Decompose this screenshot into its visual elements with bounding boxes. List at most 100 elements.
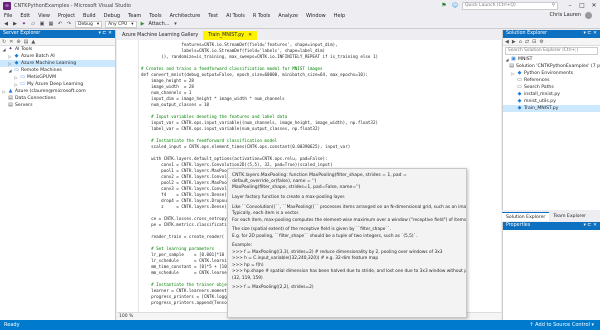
collapsed-arrow-icon[interactable]: ▷ <box>2 88 6 95</box>
server-explorer-tree-item[interactable]: ▤ Servers <box>0 102 115 109</box>
minimize-button[interactable]: – <box>564 0 576 11</box>
menu-file[interactable]: File <box>0 13 16 19</box>
menu-team[interactable]: Team <box>124 13 145 19</box>
feedback-icon[interactable]: ☺ <box>451 2 459 9</box>
expanded-arrow-icon[interactable]: ◢ <box>2 46 6 53</box>
configuration-dropdown[interactable]: Debug ▾ <box>75 20 103 28</box>
menu-r-tools[interactable]: R Tools <box>249 13 274 19</box>
panel-controls[interactable]: ▾ ⊏ ✕ <box>584 30 598 38</box>
solution-explorer-header: Solution Explorer ▾ ⊏ ✕ <box>503 30 600 38</box>
menu-debug[interactable]: Debug <box>100 13 124 19</box>
menu-build[interactable]: Build <box>79 13 100 19</box>
menu-project[interactable]: Project <box>54 13 79 19</box>
sync-icon[interactable]: ⇄ <box>525 39 529 45</box>
new-project-icon[interactable]: ✦ <box>21 21 27 27</box>
title-bar: ∞ CNTKPythonExamples - Microsoft Visual … <box>0 0 600 11</box>
server-explorer-tree-item[interactable]: ▷ ▭ My Azure Deep Learning <box>0 81 115 88</box>
back-icon[interactable]: ◀ <box>3 21 9 27</box>
solution-tree-item[interactable]: ◆ mnist_utils.py <box>503 98 600 105</box>
node-icon: ▤ <box>8 95 13 101</box>
solution-tree-item[interactable]: ▭ Search Paths <box>503 84 600 91</box>
collapsed-arrow-icon[interactable]: ▷ <box>8 53 12 60</box>
solution-tree-item[interactable]: ◢ ▣ MNIST <box>503 56 600 63</box>
azure-icon[interactable]: ▲ <box>31 39 35 45</box>
code-line: )), randomize=is_training, max_sweeps=CN… <box>141 54 378 59</box>
expanded-arrow-icon[interactable]: ◢ <box>8 67 12 74</box>
save-all-icon[interactable]: ▦ <box>48 21 54 27</box>
tab-label: Train_MNIST.py <box>208 33 245 38</box>
close-tab-icon[interactable]: ✕ <box>248 31 252 40</box>
connect-icon[interactable]: ⊕ <box>16 39 20 45</box>
chevron-down-icon[interactable]: ▾ <box>173 21 179 27</box>
server-explorer-tree-item[interactable]: ▷ ◆ Azure Batch AI <box>0 53 115 60</box>
collapse-icon[interactable]: ⊟ <box>532 39 536 45</box>
collapsed-arrow-icon[interactable]: ▷ <box>8 60 12 67</box>
tree-item-label: Search Paths <box>524 85 554 90</box>
avatar[interactable] <box>585 12 592 19</box>
server-icon[interactable]: ▤ <box>24 39 29 45</box>
open-file-icon[interactable]: ▱ <box>30 21 36 27</box>
server-explorer-tree-item[interactable]: ▷ ▲ Azure (clauren@microsoft.com <box>0 88 115 95</box>
collapsed-arrow-icon[interactable]: ▷ <box>511 70 515 77</box>
undo-icon[interactable]: ↶ <box>57 21 63 27</box>
server-explorer-tree-item[interactable]: ◢ ▭ Remote Machines <box>0 67 115 74</box>
solution-tree-item[interactable]: ▷ ◆ Python Environments <box>503 70 600 77</box>
notification-flag-icon[interactable]: ⚑ <box>440 2 448 9</box>
forward-icon[interactable]: ▶ <box>512 39 516 45</box>
server-explorer-tree: ◢ ✦ AI Tools ▷ ◆ Azure Batch AI ▷ ◆ Azure Machin… <box>0 46 115 109</box>
menu-help[interactable]: Help <box>330 13 349 19</box>
start-icon[interactable]: ▶ <box>140 21 146 27</box>
document-tab[interactable]: Train_MNIST.py ✕ <box>203 31 258 40</box>
maximize-button[interactable]: □ <box>576 0 588 11</box>
code-line: scaled_input = CNTK.ops.element_times(CN… <box>141 144 351 149</box>
properties-panel: Properties ▾ ⊏ ✕ <box>502 222 600 320</box>
solution-tree-item[interactable]: ◆ Train_MNIST.py <box>503 105 600 112</box>
menu-test[interactable]: Test <box>204 13 222 19</box>
solution-tree-item[interactable]: ▤ Solution 'CNTKPythonExamples' (7 p <box>503 63 600 70</box>
server-explorer-tree-item[interactable]: ▷ ▭ MetisGPUVM <box>0 74 115 81</box>
refresh-icon[interactable]: ↻ <box>2 39 6 45</box>
quick-launch-input[interactable]: Quick Launch (Ctrl+Q) ⚲ <box>462 1 558 10</box>
menu-tools[interactable]: Tools <box>145 13 165 19</box>
properties-icon[interactable]: ⚙ <box>539 39 543 45</box>
expanded-arrow-icon[interactable]: ◢ <box>505 56 509 63</box>
document-tab[interactable]: Azure Machine Learning Gallery <box>117 31 203 40</box>
panel-controls[interactable]: ▾ ⊏ ✕ <box>584 222 598 230</box>
collapsed-arrow-icon[interactable]: ▷ <box>14 81 18 88</box>
server-explorer-tree-item[interactable]: ▤ Data Connections <box>0 95 115 102</box>
forward-icon[interactable]: ▶ <box>12 21 18 27</box>
solution-tree-item[interactable]: ◆ install_mnist.py <box>503 91 600 98</box>
menu-view[interactable]: View <box>34 13 54 19</box>
home-icon[interactable]: ⌂ <box>519 39 522 45</box>
menu-window[interactable]: Window <box>302 13 330 19</box>
dock-tab[interactable]: Solution Explorer <box>502 212 550 221</box>
node-icon: ▭ <box>517 84 522 90</box>
menu-ai-tools[interactable]: AI Tools <box>222 13 249 19</box>
menu-edit[interactable]: Edit <box>16 13 34 19</box>
server-explorer-tree-item[interactable]: ▷ ◆ Azure Machine Learning <box>0 60 115 67</box>
collapsed-arrow-icon[interactable]: ▷ <box>14 74 18 81</box>
attach-button[interactable]: Attach... <box>149 21 170 27</box>
stop-icon[interactable]: ✕ <box>9 39 13 45</box>
source-control-button[interactable]: ↑ Add to Source Control ▾ <box>529 320 594 330</box>
server-explorer-tree-item[interactable]: ◢ ✦ AI Tools <box>0 46 115 53</box>
solution-explorer-panel: Solution Explorer ▾ ⊏ ✕ ◀ ▶ ⌂ ⇄ ⊟ ⚙ Sear… <box>502 30 600 210</box>
back-icon[interactable]: ◀ <box>505 39 509 45</box>
user-account[interactable]: Chris Lauren <box>549 11 592 20</box>
solution-search-input[interactable]: Search Solution Explorer (Ctrl+;) <box>505 47 598 55</box>
close-button[interactable]: ✕ <box>588 0 600 11</box>
right-dock-tabs: Solution Explorer Team Explorer <box>502 212 600 221</box>
visual-studio-logo-icon: ∞ <box>3 1 11 10</box>
node-icon: ◆ <box>517 70 522 76</box>
solution-tree-item[interactable]: ▭ References <box>503 77 600 84</box>
platform-dropdown[interactable]: Any CPU ▾ <box>105 20 137 28</box>
tree-item-label: AI Tools <box>15 47 33 52</box>
redo-icon[interactable]: ↷ <box>66 21 72 27</box>
panel-controls[interactable]: ▾ ⊏ ✕ <box>99 30 113 38</box>
dock-tab[interactable]: Team Explorer <box>549 212 590 221</box>
quick-launch-placeholder: Quick Launch (Ctrl+Q) <box>465 2 516 8</box>
menu-analyze[interactable]: Analyze <box>274 13 302 19</box>
menu-architecture[interactable]: Architecture <box>166 13 205 19</box>
configuration-value: Debug <box>78 21 93 27</box>
save-icon[interactable]: ▣ <box>39 21 45 27</box>
